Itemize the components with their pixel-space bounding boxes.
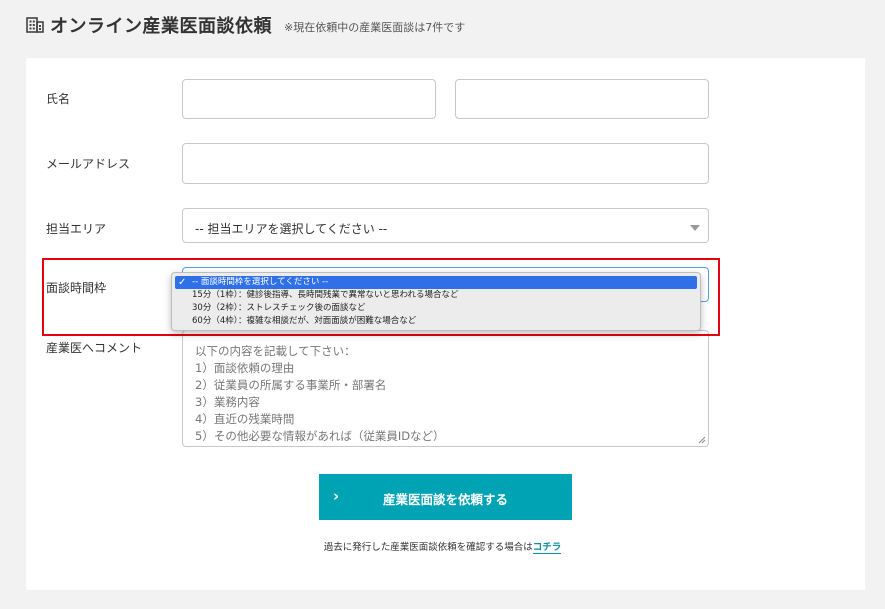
area-select[interactable]: -- 担当エリアを選択してください -- [182, 208, 709, 243]
placeholder-line: 4）直近の残業時間 [195, 412, 295, 426]
last-name-input[interactable] [182, 79, 436, 119]
checkmark-icon: ✓ [178, 277, 187, 288]
placeholder-line: 2）従業員の所属する事業所・部署名 [195, 378, 387, 392]
timeslot-option-default[interactable]: ✓ -- 面談時間枠を選択してください -- [175, 276, 697, 289]
option-label: -- 面談時間枠を選択してください -- [192, 277, 329, 287]
building-icon [26, 17, 44, 33]
resize-handle-icon[interactable] [698, 436, 706, 444]
timeslot-option-15min[interactable]: 15分（1枠）：健診後指導、長時間残業で異常ないと思われる場合など [172, 289, 700, 302]
history-note: 過去に発行した産業医面談依頼を確認する場合はコチラ [0, 539, 885, 554]
history-link[interactable]: コチラ [532, 542, 562, 554]
placeholder-line: 1）面談依頼の理由 [195, 361, 295, 375]
placeholder-line: 3）業務内容 [195, 395, 260, 409]
timeslot-dropdown-menu: ✓ -- 面談時間枠を選択してください -- 15分（1枠）：健診後指導、長時間… [171, 272, 701, 331]
page-header: オンライン産業医面談依頼 ※現在依頼中の産業医面談は7件です [26, 12, 465, 38]
timeslot-label: 面談時間枠 [46, 281, 107, 295]
comment-placeholder: 以下の内容を記載して下さい： 1）面談依頼の理由 2）従業員の所属する事業所・部… [195, 343, 445, 445]
name-label: 氏名 [46, 92, 71, 106]
caret-down-icon [690, 225, 700, 231]
request-interview-button[interactable]: › 産業医面談を依頼する [319, 474, 572, 520]
placeholder-line: 5）その他必要な情報があれば（従業員IDなど） [195, 429, 445, 443]
comment-label: 産業医へコメント [46, 341, 143, 355]
area-selected-value: -- 担当エリアを選択してください -- [195, 222, 388, 236]
page-title: オンライン産業医面談依頼 [50, 16, 272, 37]
pending-count-note: ※現在依頼中の産業医面談は7件です [284, 21, 466, 34]
placeholder-line: 以下の内容を記載して下さい： [195, 344, 356, 358]
history-note-text: 過去に発行した産業医面談依頼を確認する場合は [323, 542, 533, 553]
email-label: メールアドレス [46, 157, 131, 171]
area-label: 担当エリア [46, 222, 107, 236]
submit-label: 産業医面談を依頼する [382, 492, 508, 507]
comment-textarea[interactable]: 以下の内容を記載して下さい： 1）面談依頼の理由 2）従業員の所属する事業所・部… [182, 330, 709, 447]
timeslot-option-60min[interactable]: 60分（4枠）：複雑な相談だが、対面面談が困難な場合など [172, 315, 700, 328]
first-name-input[interactable] [455, 79, 709, 119]
timeslot-option-30min[interactable]: 30分（2枠）：ストレスチェック後の面談など [172, 302, 700, 315]
email-input[interactable] [182, 143, 709, 184]
